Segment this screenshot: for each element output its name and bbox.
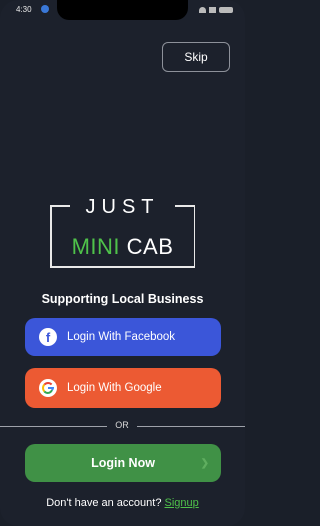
google-icon xyxy=(39,379,57,397)
login-google-label: Login With Google xyxy=(67,382,162,394)
logo-minicab-text: MINI CAB xyxy=(50,234,195,260)
chevron-right-icon: ❯ xyxy=(200,457,209,469)
login-google-button[interactable]: Login With Google xyxy=(25,368,221,408)
location-arrow-icon xyxy=(41,5,49,13)
signup-row: Don't have an account? Signup xyxy=(0,497,245,509)
status-time: 4:30 xyxy=(16,5,32,14)
wifi-icon xyxy=(199,6,206,13)
logo-cab-text: CAB xyxy=(126,234,174,259)
battery-icon xyxy=(219,6,233,13)
signup-prompt: Don't have an account? xyxy=(46,497,162,509)
signup-link[interactable]: Signup xyxy=(165,497,199,509)
app-logo: JUST MINI CAB xyxy=(50,196,195,275)
login-facebook-button[interactable]: f Login With Facebook xyxy=(25,318,221,356)
signal-icon xyxy=(208,6,217,13)
login-facebook-label: Login With Facebook xyxy=(67,331,176,343)
login-now-button[interactable]: Login Now ❯ xyxy=(25,444,221,482)
notch xyxy=(57,0,188,20)
logo-frame-line xyxy=(50,266,195,268)
logo-just-text: JUST xyxy=(85,196,160,218)
login-now-label: Login Now xyxy=(91,456,155,470)
skip-button[interactable]: Skip xyxy=(162,42,230,72)
tagline: Supporting Local Business xyxy=(41,292,204,306)
logo-mini-text: MINI xyxy=(71,234,121,259)
facebook-icon: f xyxy=(39,328,57,346)
phone-screen: 4:30 Skip JUST MINI CAB Supporting Local… xyxy=(0,0,245,526)
system-icons xyxy=(199,6,233,13)
or-separator: OR xyxy=(107,420,137,430)
status-bar: 4:30 xyxy=(0,0,245,22)
